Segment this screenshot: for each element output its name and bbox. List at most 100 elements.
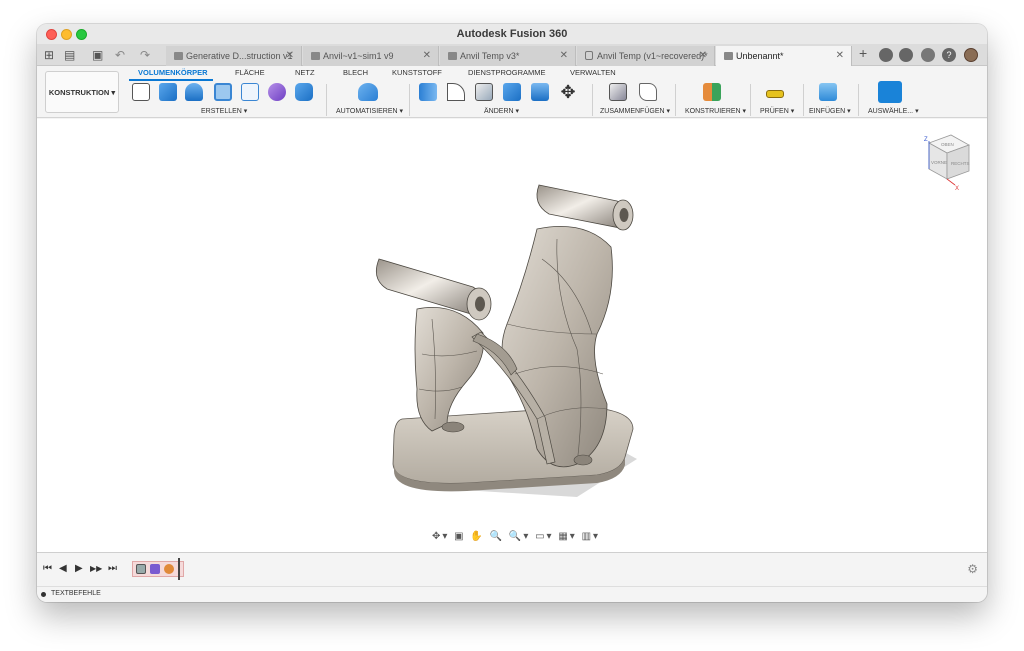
timeline-prev-button[interactable]: ◀: [59, 563, 67, 574]
group-einfuegen[interactable]: EINFÜGEN ▾: [809, 107, 851, 115]
group-zusammenfuegen[interactable]: ZUSAMMENFÜGEN ▾: [600, 107, 670, 115]
component-icon: [724, 52, 733, 60]
help-icon[interactable]: ?: [942, 48, 956, 62]
lock-icon: [585, 51, 593, 60]
timeline-feature-icon[interactable]: [136, 564, 146, 574]
tab-dienstprogramme[interactable]: DIENSTPROGRAMME: [468, 68, 546, 77]
pattern-icon[interactable]: [241, 83, 259, 101]
add-tab-icon[interactable]: +: [859, 46, 867, 60]
text-commands-label[interactable]: TEXTBEFEHLE: [51, 590, 101, 597]
document-tab-bar: ⊞ ▤ ▣ ↶ ↷ Generative D...struction v1 ✕ …: [37, 44, 987, 66]
create-sketch-icon[interactable]: [132, 83, 150, 101]
hole-icon[interactable]: [214, 83, 232, 101]
group-auswaehlen[interactable]: AUSWÄHLE... ▾: [868, 107, 919, 115]
group-pruefen[interactable]: PRÜFEN ▾: [760, 107, 794, 115]
timeline-feature-icon[interactable]: [150, 564, 160, 574]
avatar[interactable]: [964, 48, 978, 62]
primitive-icon[interactable]: [295, 83, 313, 101]
group-erstellen[interactable]: ERSTELLEN ▾: [201, 107, 247, 115]
joint-icon[interactable]: [639, 83, 657, 101]
tab-volumenkoerper[interactable]: VOLUMENKÖRPER: [138, 68, 208, 77]
split-body-icon[interactable]: [531, 83, 549, 101]
text-commands-icon: [41, 592, 46, 597]
doc-tab-unbenannt[interactable]: Unbenannt* ✕: [716, 46, 852, 66]
timeline-last-button[interactable]: ⏭: [108, 563, 117, 574]
axis-z-label: Z: [924, 137, 928, 143]
revolve-icon[interactable]: [185, 83, 203, 101]
timeline: ⏮ ◀ ▶ ▶▶ ⏭ ⚙: [37, 552, 987, 586]
move-copy-icon[interactable]: ✥: [559, 83, 577, 101]
form-icon[interactable]: [268, 83, 286, 101]
grid-icon[interactable]: ⊞: [44, 48, 54, 62]
model-mount-hole: [441, 421, 465, 433]
component-icon: [448, 52, 457, 60]
divider: [409, 84, 410, 116]
tab-kunststoff[interactable]: KUNSTSTOFF: [392, 68, 442, 77]
viewcube-right-label[interactable]: RECHTS: [951, 161, 970, 166]
close-icon[interactable]: ✕: [560, 46, 568, 66]
model-right-cylinder-bore: [619, 208, 629, 222]
timeline-first-button[interactable]: ⏮: [43, 563, 52, 574]
active-tab-indicator: [129, 79, 213, 81]
automate-icon[interactable]: [358, 83, 378, 101]
model-left-arm: [414, 307, 485, 432]
component-icon: [311, 52, 320, 60]
timeline-next-button[interactable]: ▶▶: [90, 564, 102, 573]
gear-icon[interactable]: ⚙: [967, 562, 978, 576]
new-component-icon[interactable]: [609, 83, 627, 101]
tab-flaeche[interactable]: FLÄCHE: [235, 68, 265, 77]
offset-plane-icon[interactable]: [703, 83, 721, 101]
divider: [326, 84, 327, 116]
save-icon[interactable]: ▣: [92, 48, 103, 62]
navigation-bar[interactable]: ✥▾ ▣ ✋ 🔍 🔍▾ ▭▾ ▦▾ ▥▾: [432, 531, 600, 545]
model-view[interactable]: [37, 119, 987, 552]
viewcube-top-label[interactable]: OBEN: [941, 142, 954, 147]
doc-tab-label: Generative D...struction v1: [186, 51, 293, 61]
workspace-switcher[interactable]: KONSTRUKTION ▾: [45, 71, 119, 113]
measure-icon[interactable]: [766, 90, 784, 98]
file-menu-icon[interactable]: ▤: [64, 48, 75, 62]
timeline-playhead[interactable]: [178, 558, 180, 580]
fillet-icon[interactable]: [447, 83, 465, 101]
doc-tab-anvil-temp[interactable]: Anvil Temp v3* ✕: [440, 46, 576, 66]
close-icon[interactable]: ✕: [286, 46, 294, 66]
close-icon[interactable]: ✕: [699, 46, 707, 66]
viewcube-shape[interactable]: OBEN VORNE RECHTS Z X: [909, 131, 975, 192]
doc-tab-label: Anvil Temp v3*: [460, 51, 520, 61]
group-automatisieren[interactable]: AUTOMATISIEREN ▾: [336, 107, 403, 115]
timeline-play-button[interactable]: ▶: [75, 563, 83, 574]
tab-blech[interactable]: BLECH: [343, 68, 368, 77]
canvas-viewport[interactable]: OBEN VORNE RECHTS Z X ✥▾ ▣ ✋ 🔍 🔍▾ ▭▾ ▦▾ …: [37, 119, 987, 552]
model-left-cylinder-bore: [475, 296, 485, 312]
divider: [803, 84, 804, 116]
divider: [858, 84, 859, 116]
viewcube-front-label[interactable]: VORNE: [931, 160, 947, 165]
component-icon: [174, 52, 183, 60]
close-icon[interactable]: ✕: [836, 46, 844, 66]
redo-icon[interactable]: ↷: [140, 48, 150, 62]
group-aendern[interactable]: ÄNDERN ▾: [484, 107, 519, 115]
press-pull-icon[interactable]: [419, 83, 437, 101]
extensions-icon[interactable]: [879, 48, 893, 62]
window-title: Autodesk Fusion 360: [456, 28, 568, 40]
tab-netz[interactable]: NETZ: [295, 68, 315, 77]
select-icon[interactable]: [878, 81, 902, 103]
job-status-icon[interactable]: [899, 48, 913, 62]
insert-image-icon[interactable]: [819, 83, 837, 101]
doc-tab-anvil-temp-recovered[interactable]: Anvil Temp (v1~recovered)* ✕: [577, 46, 715, 66]
notifications-icon[interactable]: [921, 48, 935, 62]
group-konstruieren[interactable]: KONSTRUIEREN ▾: [685, 107, 746, 115]
divider: [750, 84, 751, 116]
timeline-feature-icon[interactable]: [164, 564, 174, 574]
doc-tab-anvil-sim[interactable]: Anvil~v1~sim1 v9 ✕: [303, 46, 439, 66]
doc-tab-label: Anvil~v1~sim1 v9: [323, 51, 394, 61]
extrude-icon[interactable]: [159, 83, 177, 101]
doc-tab-label: Unbenannt*: [736, 51, 784, 61]
combine-icon[interactable]: [503, 83, 521, 101]
shell-icon[interactable]: [475, 83, 493, 101]
viewcube[interactable]: OBEN VORNE RECHTS Z X: [909, 131, 975, 192]
undo-icon[interactable]: ↶: [115, 48, 125, 62]
tab-verwalten[interactable]: VERWALTEN: [570, 68, 616, 77]
doc-tab-generative-design[interactable]: Generative D...struction v1 ✕: [166, 46, 302, 66]
close-icon[interactable]: ✕: [423, 46, 431, 66]
